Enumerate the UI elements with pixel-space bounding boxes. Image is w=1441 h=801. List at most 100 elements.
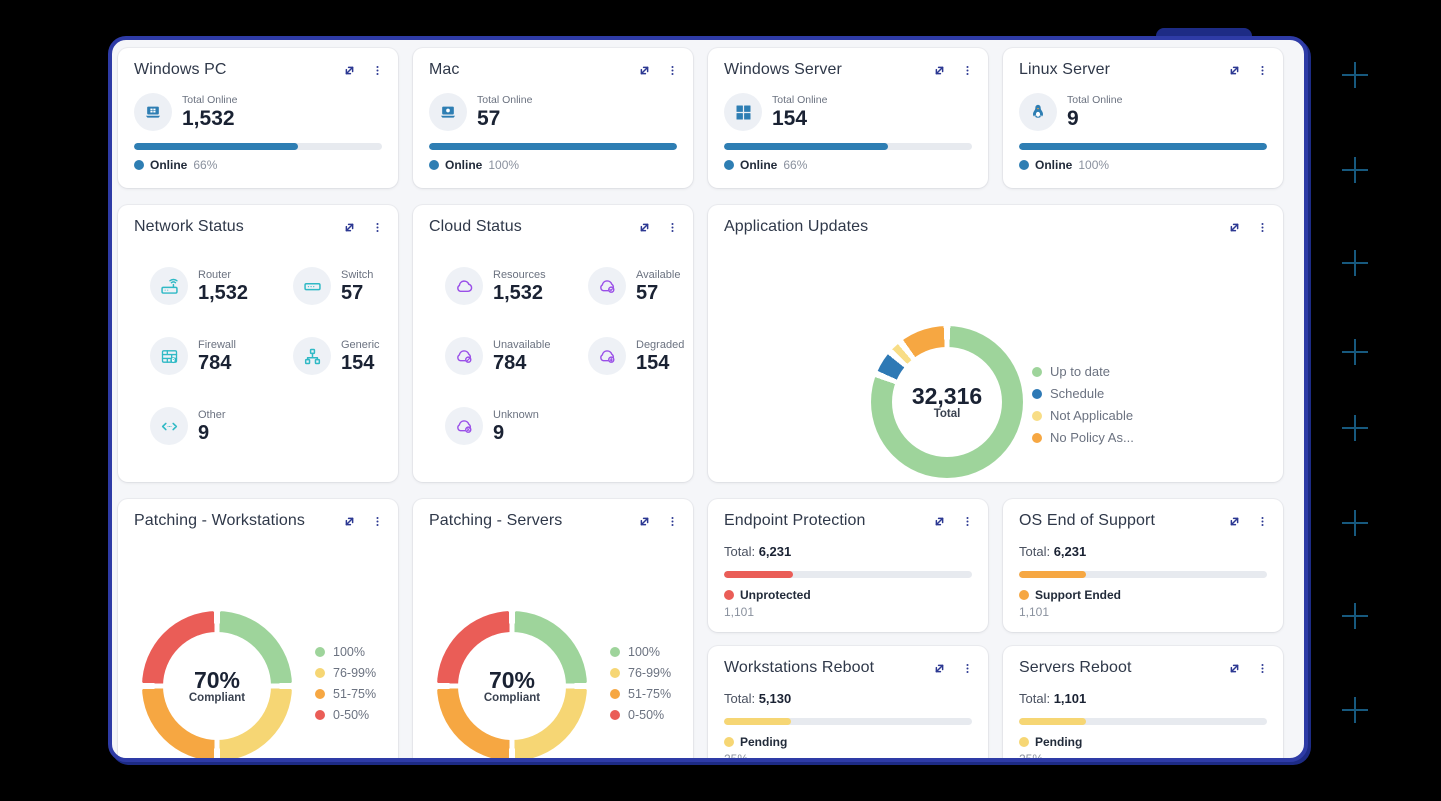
- app-updates-donut-chart: 32,316 Total: [871, 326, 1023, 478]
- kebab-icon: [666, 66, 679, 81]
- donut-compliance-label: Compliant: [484, 692, 540, 704]
- stat-progress-track: [724, 718, 972, 725]
- plus-marker: [1342, 603, 1368, 629]
- stat-progress-fill: [1019, 718, 1086, 725]
- kebab-icon: [1256, 517, 1269, 532]
- menu-button[interactable]: [1254, 218, 1271, 237]
- kebab-icon: [1256, 664, 1269, 679]
- card-title: OS End of Support: [1019, 512, 1155, 530]
- menu-button[interactable]: [959, 512, 976, 531]
- expand-button[interactable]: [635, 61, 654, 80]
- card-title: Workstations Reboot: [724, 659, 874, 677]
- menu-button[interactable]: [664, 218, 681, 237]
- status-value: 154: [341, 353, 380, 374]
- expand-button[interactable]: [340, 512, 359, 531]
- mac-laptop-icon: [429, 93, 467, 131]
- legend-dot: [1032, 433, 1042, 443]
- donut-compliance-value: 70%: [194, 668, 240, 692]
- expand-button[interactable]: [635, 512, 654, 531]
- menu-button[interactable]: [1254, 61, 1271, 80]
- legend-label: 76-99%: [628, 666, 671, 680]
- online-value: 66%: [193, 158, 217, 172]
- total-value: 6,231: [759, 544, 792, 559]
- status-item-router: Router1,532: [150, 267, 293, 305]
- stat-progress-fill: [724, 571, 793, 578]
- patching-donut-chart: 70% Compliant: [142, 611, 292, 761]
- menu-button[interactable]: [369, 61, 386, 80]
- firewall-icon: [150, 337, 188, 375]
- status-label: Switch: [341, 269, 373, 281]
- legend-dot: [724, 737, 734, 747]
- expand-icon: [637, 223, 652, 238]
- status-value: 1,532: [198, 283, 248, 304]
- legend-label: Pending: [740, 735, 787, 749]
- stat-progress-track: [1019, 571, 1267, 578]
- legend-dot: [315, 710, 325, 720]
- legend-label: Up to date: [1050, 364, 1110, 379]
- menu-button[interactable]: [959, 61, 976, 80]
- legend-dot: [610, 689, 620, 699]
- menu-button[interactable]: [664, 512, 681, 531]
- legend-item: 51-75%: [315, 687, 376, 701]
- kebab-icon: [961, 66, 974, 81]
- online-label: Online: [740, 158, 777, 172]
- legend-dot: [610, 710, 620, 720]
- expand-button[interactable]: [1225, 659, 1244, 678]
- expand-button[interactable]: [1225, 61, 1244, 80]
- menu-button[interactable]: [369, 218, 386, 237]
- card-servers-reboot: Servers Reboot Total: 1,101 Pending 25%: [1003, 646, 1283, 762]
- card-workstations-reboot: Workstations Reboot Total: 5,130 Pending…: [708, 646, 988, 762]
- card-title: Endpoint Protection: [724, 512, 866, 530]
- expand-button[interactable]: [1225, 218, 1244, 237]
- plus-marker: [1342, 415, 1368, 441]
- expand-button[interactable]: [340, 61, 359, 80]
- menu-button[interactable]: [959, 659, 976, 678]
- expand-button[interactable]: [340, 218, 359, 237]
- online-progress-fill: [429, 143, 677, 150]
- metric-value: 1,532: [182, 108, 237, 129]
- expand-icon: [1227, 66, 1242, 81]
- metric-label: Total Online: [772, 94, 827, 106]
- legend-label: Unprotected: [740, 588, 811, 602]
- status-label: Resources: [493, 269, 546, 281]
- menu-button[interactable]: [369, 512, 386, 531]
- card-os-end-of-support: OS End of Support Total: 6,231 Support E…: [1003, 499, 1283, 632]
- card-title: Patching - Servers: [429, 512, 562, 530]
- expand-button[interactable]: [930, 659, 949, 678]
- kebab-icon: [961, 664, 974, 679]
- legend-dot: [315, 668, 325, 678]
- online-value: 100%: [488, 158, 519, 172]
- expand-button[interactable]: [635, 218, 654, 237]
- online-dot: [724, 160, 734, 170]
- legend-label: Pending: [1035, 735, 1082, 749]
- status-item-firewall: Firewall784: [150, 337, 293, 375]
- metric-value: 57: [477, 108, 532, 129]
- legend-label: 51-75%: [333, 687, 376, 701]
- expand-button[interactable]: [930, 61, 949, 80]
- menu-button[interactable]: [664, 61, 681, 80]
- legend-label: 0-50%: [628, 708, 664, 722]
- donut-total-label: Total: [934, 408, 961, 420]
- card-windows-pc: Windows PC Total Online 1,532 Online 66%: [118, 48, 398, 188]
- online-dot: [134, 160, 144, 170]
- legend-dot: [1032, 411, 1042, 421]
- router-icon: [150, 267, 188, 305]
- menu-button[interactable]: [1254, 659, 1271, 678]
- stat-progress-track: [1019, 718, 1267, 725]
- online-value: 66%: [783, 158, 807, 172]
- legend-value: 1,101: [724, 605, 988, 619]
- status-item-resources: Resources 1,532: [445, 267, 588, 305]
- expand-button[interactable]: [1225, 512, 1244, 531]
- total-label: Total:: [724, 691, 755, 706]
- expand-button[interactable]: [930, 512, 949, 531]
- online-progress-track: [724, 143, 972, 150]
- total-label: Total:: [1019, 691, 1050, 706]
- kebab-icon: [1256, 223, 1269, 238]
- card-mac: Mac Total Online 57 Online 100%: [413, 48, 693, 188]
- status-value: 9: [198, 423, 226, 444]
- menu-button[interactable]: [1254, 512, 1271, 531]
- status-item-available: Available57: [588, 267, 693, 305]
- status-value: 1,532: [493, 283, 546, 304]
- expand-icon: [637, 517, 652, 532]
- status-label: Firewall: [198, 339, 236, 351]
